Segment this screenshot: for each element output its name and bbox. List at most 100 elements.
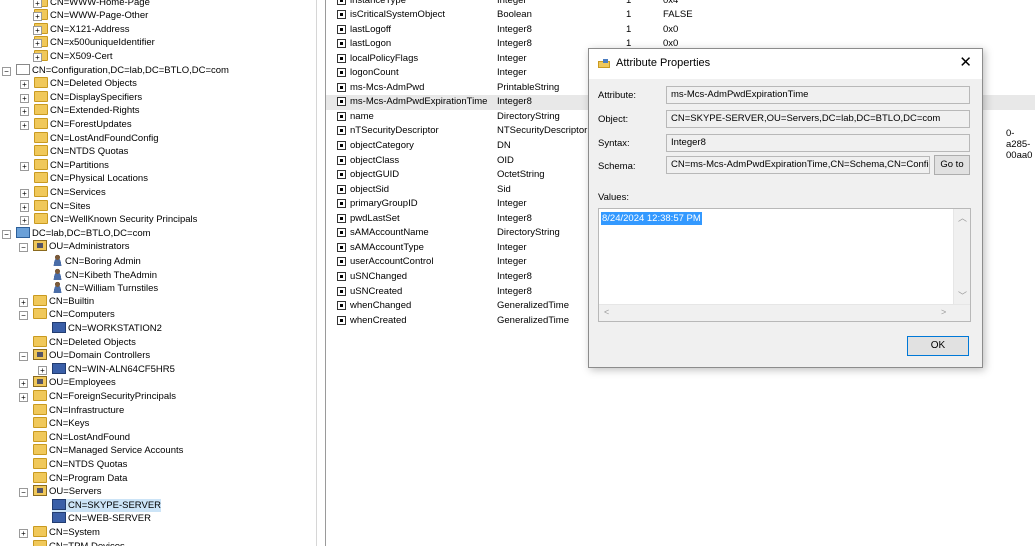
tree-item[interactable]: CN=ForeignSecurityPrincipals	[33, 389, 176, 404]
attribute-icon	[337, 257, 346, 267]
tree-item[interactable]: CN=NTDS Quotas	[34, 145, 128, 159]
expand-icon[interactable]: +	[33, 25, 42, 35]
attribute-row[interactable]: lastLogoff Integer8 1 0x0	[326, 23, 1035, 38]
collapse-icon[interactable]: −	[19, 311, 28, 321]
tree-item[interactable]: CN=x500uniqueIdentifier	[34, 36, 155, 50]
attribute-syntax: Integer	[497, 0, 527, 6]
expand-icon[interactable]: +	[20, 120, 29, 130]
attribute-label: Attribute:	[598, 90, 637, 101]
tree-item[interactable]: CN=Deleted Objects	[33, 335, 136, 350]
expand-icon[interactable]: +	[19, 379, 28, 389]
tree-item-label: CN=Services	[50, 186, 106, 198]
tree-item[interactable]: CN=ForestUpdates	[34, 117, 132, 132]
tree-item[interactable]: CN=TPM Devices	[33, 539, 125, 546]
attribute-syntax: DN	[497, 140, 511, 151]
tree-item[interactable]: CN=WEB-SERVER	[52, 512, 151, 526]
folder-icon	[34, 90, 48, 102]
collapse-icon[interactable]: −	[2, 229, 11, 239]
attribute-name: ms-Mcs-AdmPwd	[350, 81, 425, 93]
attribute-field[interactable]: ms-Mcs-AdmPwdExpirationTime	[666, 86, 970, 104]
expand-icon[interactable]: +	[33, 39, 42, 49]
tree-item-label: CN=WellKnown Security Principals	[50, 214, 198, 226]
expand-icon[interactable]: +	[20, 188, 29, 198]
tree-item[interactable]: OU=Employees	[33, 376, 116, 390]
horizontal-scrollbar[interactable]: < >	[599, 304, 970, 321]
tree-item[interactable]: CN=Partitions	[34, 158, 109, 173]
tree-item[interactable]: CN=Infrastructure	[33, 403, 125, 418]
tree-item[interactable]: CN=NTDS Quotas	[33, 457, 127, 472]
attribute-row[interactable]: isCriticalSystemObject Boolean 1 FALSE	[326, 8, 1035, 23]
collapse-icon[interactable]: −	[2, 66, 11, 76]
vertical-scrollbar[interactable]: ︿ ﹀	[953, 209, 970, 304]
tree-item-label: CN=SKYPE-SERVER	[68, 499, 162, 511]
expand-icon[interactable]: +	[33, 0, 42, 8]
syntax-field[interactable]: Integer8	[666, 134, 970, 152]
attribute-icon	[337, 184, 346, 194]
scroll-left-icon[interactable]: <	[604, 307, 609, 317]
expand-icon[interactable]: +	[20, 107, 29, 117]
close-icon[interactable]: ✕	[959, 54, 972, 72]
attribute-name: objectClass	[350, 154, 400, 166]
attribute-count: 1	[626, 23, 632, 35]
tree-item[interactable]: CN=Builtin	[33, 294, 94, 309]
tree-item-label: CN=Infrastructure	[49, 404, 125, 416]
values-listbox[interactable]: 8/24/2024 12:38:57 PM ︿ ﹀ < >	[598, 208, 971, 322]
scroll-right-icon[interactable]: >	[941, 307, 946, 317]
tree-item[interactable]: CN=SKYPE-SERVER	[52, 498, 162, 513]
tree-item[interactable]: CN=Computers	[33, 308, 115, 322]
pane-splitter[interactable]	[316, 0, 326, 546]
tree-item[interactable]: CN=Keys	[33, 417, 89, 431]
attribute-syntax: Integer8	[497, 96, 532, 108]
object-field[interactable]: CN=SKYPE-SERVER,OU=Servers,DC=lab,DC=BTL…	[666, 110, 970, 128]
expand-icon[interactable]: +	[20, 93, 29, 103]
selected-value[interactable]: 8/24/2024 12:38:57 PM	[601, 212, 702, 225]
tree-item[interactable]: CN=Deleted Objects	[34, 77, 137, 91]
collapse-icon[interactable]: −	[19, 488, 28, 498]
tree-item[interactable]: CN=WORKSTATION2	[52, 321, 162, 336]
tree-item[interactable]: CN=LostAndFoundConfig	[34, 131, 159, 146]
tree-item[interactable]: CN=X121-Address	[34, 22, 129, 37]
expand-icon[interactable]: +	[20, 161, 29, 171]
schema-field[interactable]: CN=ms-Mcs-AdmPwdExpirationTime,CN=Schema…	[666, 156, 930, 174]
tree-item[interactable]: CN=System	[33, 525, 100, 540]
expand-icon[interactable]: +	[33, 12, 42, 22]
tree-item[interactable]: CN=Managed Service Accounts	[33, 444, 183, 458]
go-to-button[interactable]: Go to	[934, 155, 970, 175]
ok-button[interactable]: OK	[907, 336, 969, 356]
scroll-down-icon[interactable]: ﹀	[958, 289, 967, 302]
tree-item[interactable]: CN=LostAndFound	[33, 430, 130, 445]
tree-item[interactable]: CN=WWW-Home-Page	[34, 0, 150, 9]
collapse-icon[interactable]: −	[19, 352, 28, 362]
tree-item[interactable]: CN=DisplaySpecifiers	[34, 90, 142, 105]
folder-icon	[34, 213, 48, 225]
expand-icon[interactable]: +	[20, 216, 29, 226]
expand-icon[interactable]: +	[19, 392, 28, 402]
tree-item[interactable]: CN=X509-Cert	[34, 49, 113, 64]
attribute-row[interactable]: instanceType Integer 1 0x4	[326, 0, 1035, 8]
expand-icon[interactable]: +	[20, 80, 29, 90]
tree-item[interactable]: DC=lab,DC=BTLO,DC=com	[16, 226, 151, 241]
tree-item[interactable]: OU=Domain Controllers	[33, 349, 150, 363]
collapse-icon[interactable]: −	[19, 243, 28, 253]
tree-item[interactable]: CN=Sites	[34, 199, 90, 214]
tree-item[interactable]: CN=William Turnstiles	[52, 281, 158, 295]
tree-item[interactable]: CN=Physical Locations	[34, 172, 148, 186]
expand-icon[interactable]: +	[33, 52, 42, 62]
tree-item[interactable]: CN=WIN-ALN64CF5HR5	[52, 362, 175, 377]
tree-item[interactable]: OU=Servers	[33, 485, 102, 499]
expand-icon[interactable]: +	[19, 297, 28, 307]
tree-item[interactable]: CN=WellKnown Security Principals	[34, 213, 197, 227]
tree-item[interactable]: CN=Configuration,DC=lab,DC=BTLO,DC=com	[16, 63, 229, 78]
tree-item[interactable]: CN=Services	[34, 185, 106, 200]
expand-icon[interactable]: +	[38, 365, 47, 375]
tree-item[interactable]: CN=Extended-Rights	[34, 104, 140, 118]
tree-item[interactable]: CN=Boring Admin	[52, 253, 141, 268]
ldap-tree-pane[interactable]: CN=WWW-Home-Page + CN=WWW-Page-Other + CN=X1…	[0, 0, 316, 546]
expand-icon[interactable]: +	[19, 528, 28, 538]
scroll-up-icon[interactable]: ︿	[958, 211, 967, 224]
tree-item[interactable]: CN=Program Data	[33, 471, 127, 486]
tree-item[interactable]: CN=Kibeth TheAdmin	[52, 267, 157, 282]
tree-item[interactable]: OU=Administrators	[33, 240, 130, 254]
tree-item[interactable]: CN=WWW-Page-Other	[34, 9, 148, 23]
expand-icon[interactable]: +	[20, 202, 29, 212]
